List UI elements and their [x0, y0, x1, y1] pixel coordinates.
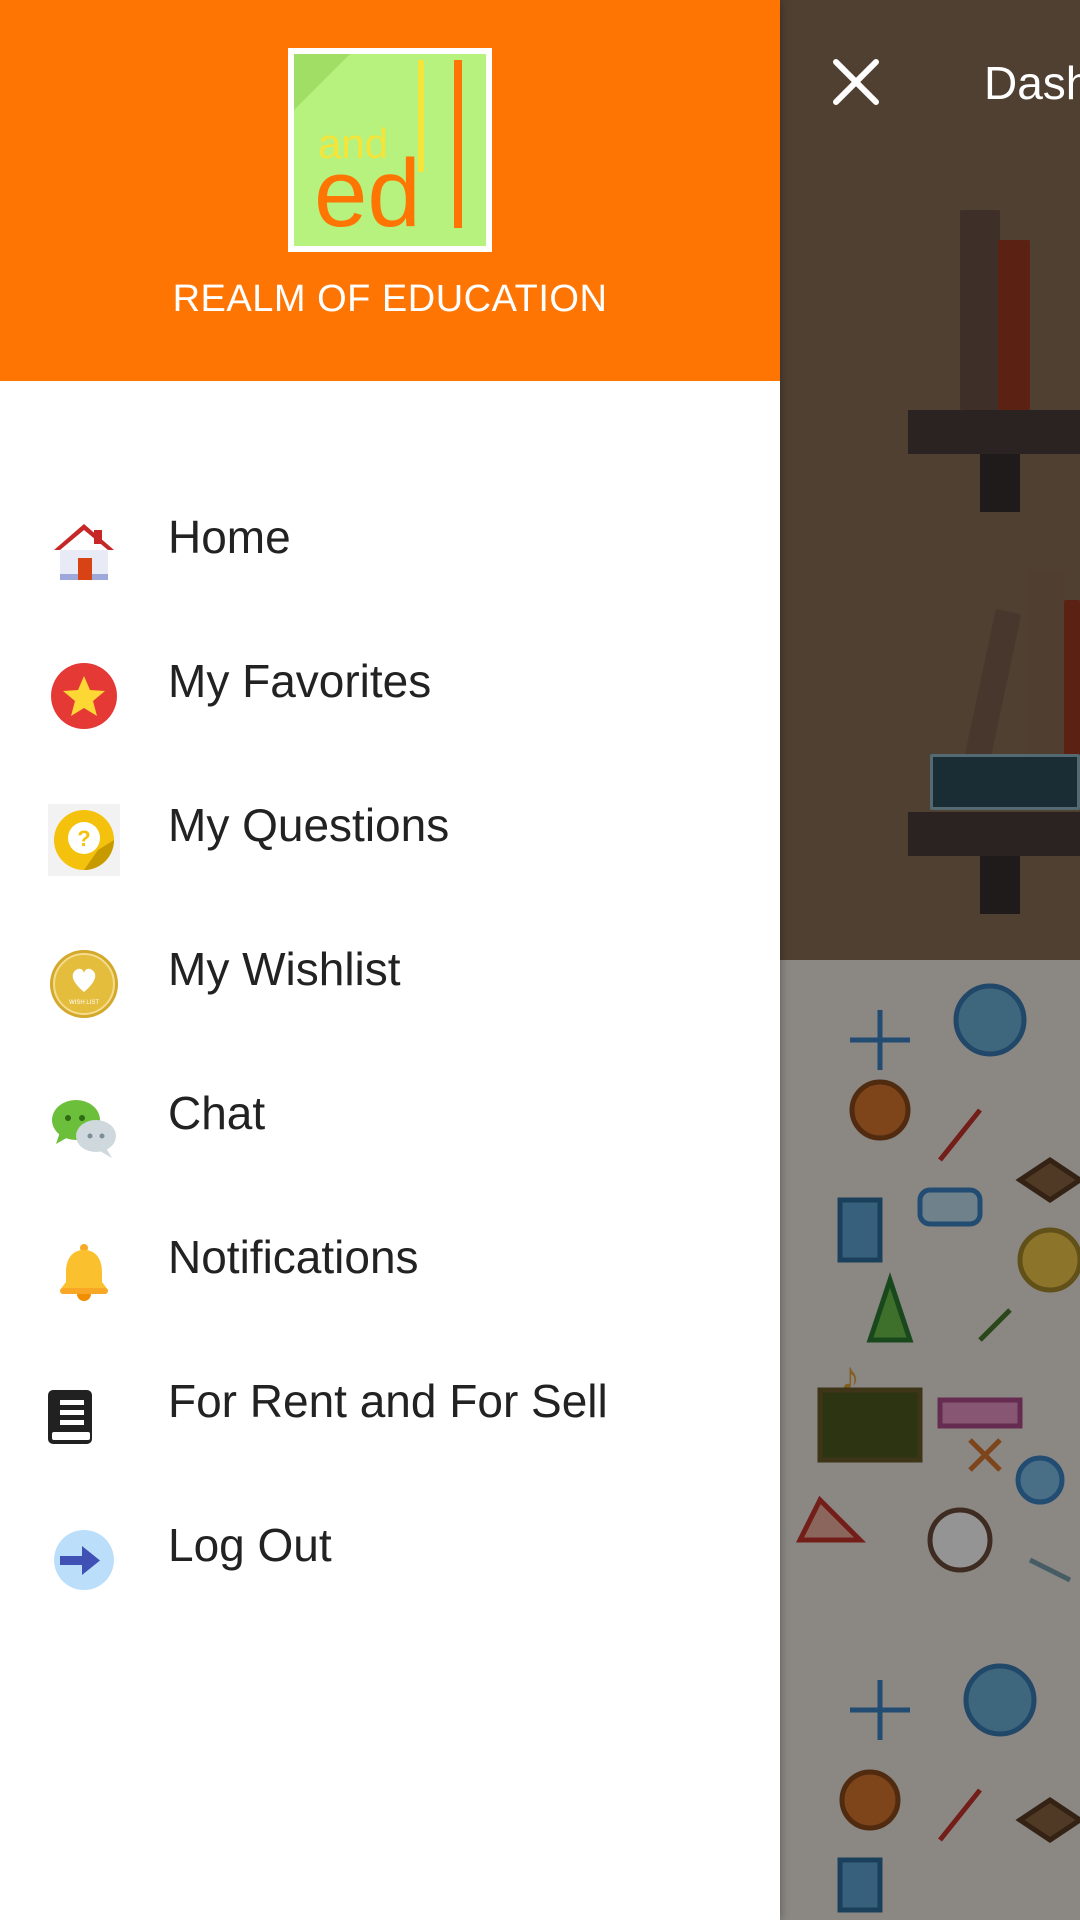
chat-icon [48, 1092, 120, 1164]
menu-item-my-questions[interactable]: ? My Questions [0, 752, 780, 896]
heart-icon: WISH LIST [48, 948, 120, 1020]
toolbar-title: Dash [984, 57, 1080, 109]
background-dashboard: ♪ [780, 0, 1080, 1920]
menu-label-my-wishlist: My Wishlist [168, 943, 401, 995]
brand-name: REALM OF EDUCATION [172, 278, 608, 320]
navigation-drawer: and ed REALM OF EDUCATION Home My Favori… [0, 0, 780, 1920]
menu-label-log-out: Log Out [168, 1519, 332, 1571]
menu-label-home: Home [168, 511, 291, 563]
menu-label-for-rent-and-for-sell: For Rent and For Sell [168, 1375, 608, 1427]
menu-item-chat[interactable]: Chat [0, 1040, 780, 1184]
menu-item-home[interactable]: Home [0, 464, 780, 608]
menu-item-for-rent-and-for-sell[interactable]: For Rent and For Sell [0, 1328, 780, 1472]
bell-icon [48, 1236, 120, 1308]
svg-text:?: ? [77, 826, 90, 851]
svg-text:ed: ed [314, 140, 421, 246]
drawer-header: and ed REALM OF EDUCATION [0, 0, 780, 381]
question-icon: ? [48, 804, 120, 876]
svg-text:WISH LIST: WISH LIST [69, 1000, 99, 1006]
menu-item-my-favorites[interactable]: My Favorites [0, 608, 780, 752]
book-icon [48, 1380, 120, 1452]
logout-icon [48, 1524, 120, 1596]
star-icon [48, 660, 120, 732]
drawer-menu: Home My Favorites ? My Questions WISH LI… [0, 464, 780, 1616]
drawer-scrim[interactable] [780, 0, 1080, 1920]
menu-label-chat: Chat [168, 1087, 266, 1139]
menu-label-my-favorites: My Favorites [168, 655, 432, 707]
menu-label-my-questions: My Questions [168, 799, 450, 851]
menu-label-notifications: Notifications [168, 1231, 419, 1283]
close-icon [833, 59, 879, 105]
menu-item-notifications[interactable]: Notifications [0, 1184, 780, 1328]
app-logo: and ed [288, 48, 492, 252]
close-drawer-button[interactable] [826, 52, 886, 112]
menu-item-my-wishlist[interactable]: WISH LIST My Wishlist [0, 896, 780, 1040]
menu-item-log-out[interactable]: Log Out [0, 1472, 780, 1616]
home-icon [48, 516, 120, 588]
